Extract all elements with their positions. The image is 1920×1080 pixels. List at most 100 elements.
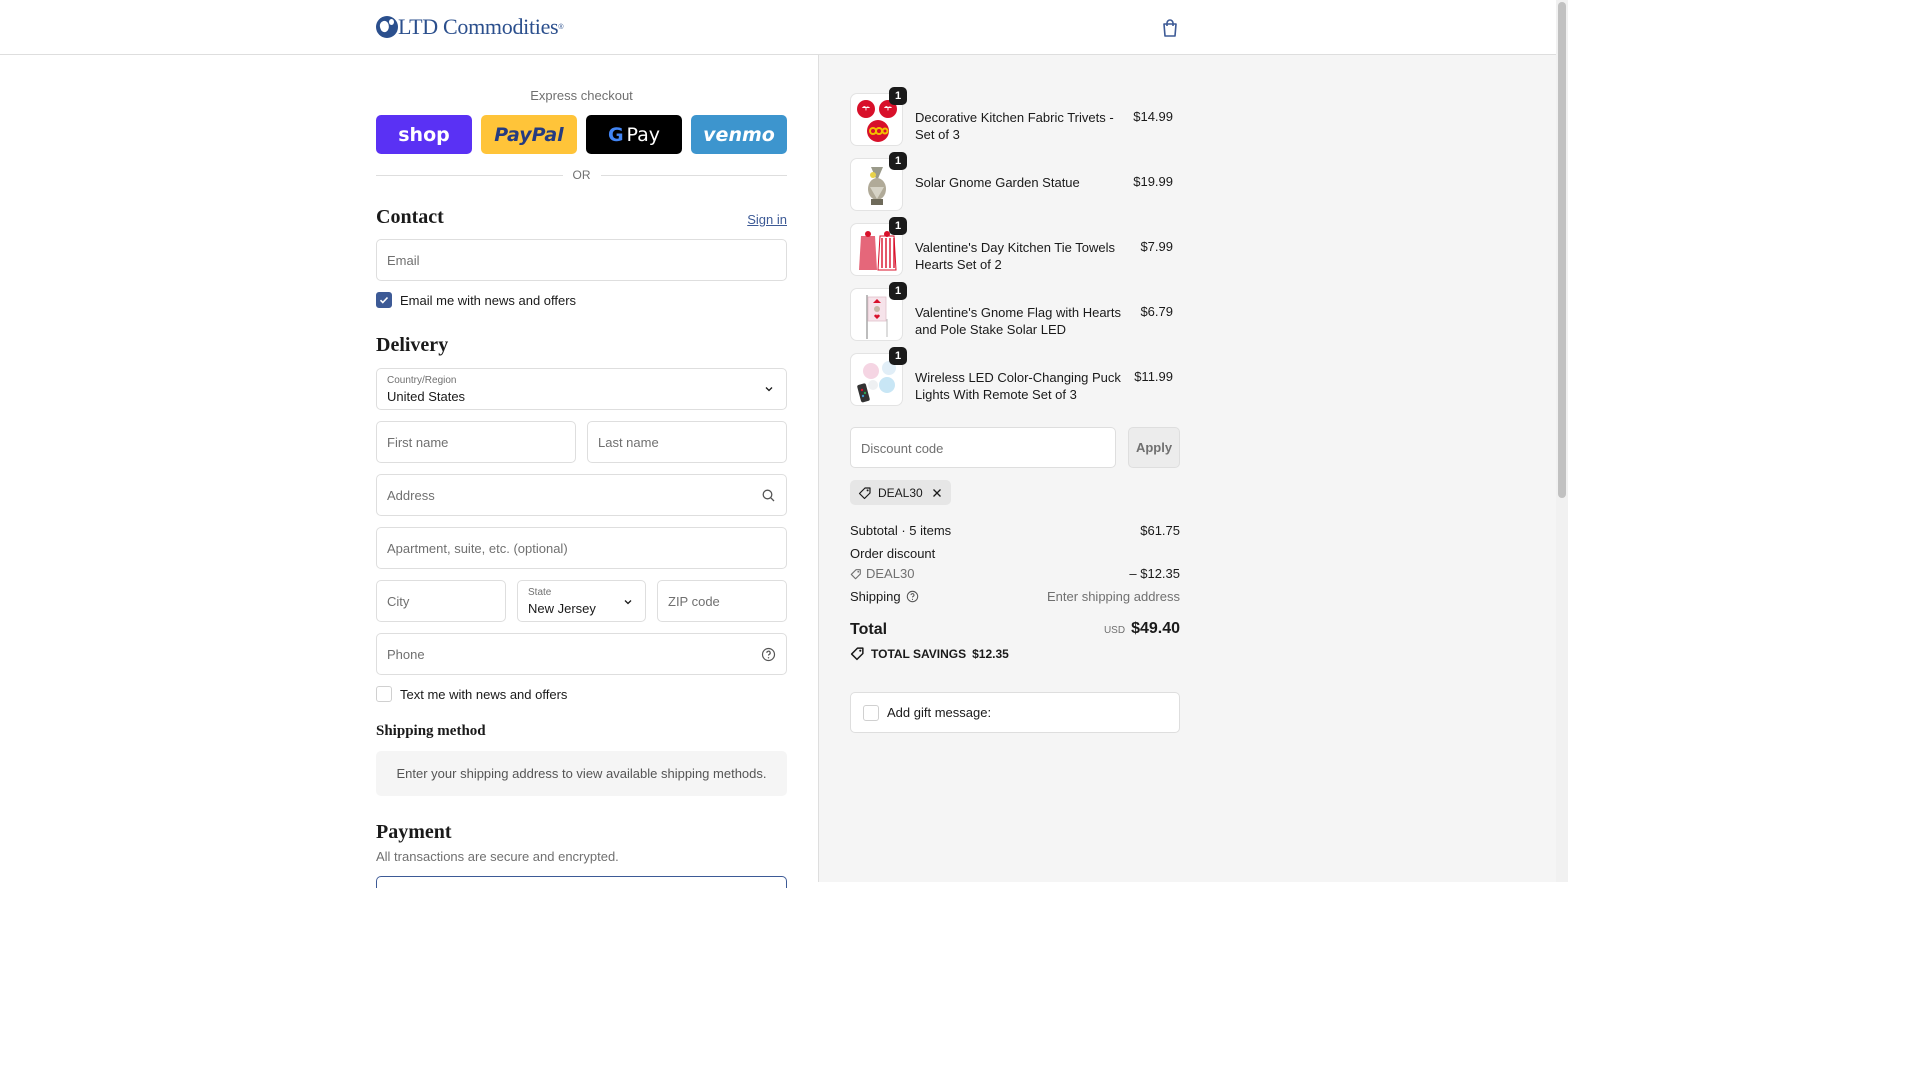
subtotal-label: Subtotal · 5 items (850, 523, 952, 538)
item-name: Decorative Kitchen Fabric Trivets - Set … (915, 110, 1114, 142)
towels-thumbnail: 1 (850, 217, 907, 276)
city-placeholder: City (387, 594, 410, 609)
shop-pay-label: shop (398, 123, 450, 146)
help-icon[interactable] (761, 647, 776, 662)
payment-heading: Payment (376, 821, 452, 843)
gift-message-label: Add gift message: (887, 705, 992, 720)
total-amount-group: USD $49.40 (1104, 620, 1180, 638)
email-field[interactable]: Email (376, 239, 787, 281)
header: LTD Commodities ® (0, 0, 1556, 55)
subtotal-value: $61.75 (1140, 523, 1180, 538)
payment-note: All transactions are secure and encrypte… (376, 849, 619, 864)
brand-name: LTD Commodities (398, 14, 559, 39)
shipping-label-group: Shipping (850, 589, 919, 604)
country-select[interactable]: Country/Region United States (376, 368, 787, 410)
applied-code-label: DEAL30 (878, 485, 923, 500)
divider-line (600, 174, 787, 176)
gnome-flag-thumbnail: 1 (850, 282, 907, 341)
close-icon[interactable] (931, 487, 943, 499)
item-name: Solar Gnome Garden Statue (915, 175, 1080, 190)
quantity-badge: 1 (889, 217, 907, 235)
trivets-thumbnail: 1 (850, 87, 907, 146)
cart-item: 1 Valentine's Day Kitchen Tie Towels Hea… (850, 217, 1180, 276)
cart-item: 1 Valentine's Gnome Flag with Hearts and… (850, 282, 1180, 341)
search-icon (762, 489, 775, 502)
quantity-badge: 1 (889, 152, 907, 170)
quantity-badge: 1 (889, 347, 907, 365)
gift-message-option[interactable]: Add gift message: (850, 692, 1180, 733)
first-name-placeholder: First name (387, 435, 449, 450)
divider-line (376, 174, 563, 176)
text-news-option[interactable]: Text me with news and offers (376, 686, 567, 702)
cart-bag-icon[interactable] (1160, 18, 1180, 38)
address-placeholder: Address (387, 488, 435, 503)
email-placeholder: Email (387, 253, 420, 268)
contact-heading: Contact (376, 206, 444, 228)
item-name: Wireless LED Color-Changing Puck Lights … (915, 370, 1121, 402)
state-select[interactable]: State New Jersey (517, 580, 646, 622)
shop-pay-button[interactable]: shop (376, 115, 472, 154)
sign-in-link[interactable]: Sign in (747, 212, 787, 227)
tag-icon (850, 647, 864, 661)
applied-discount-chip: DEAL30 (850, 480, 951, 505)
apartment-placeholder: Apartment, suite, etc. (optional) (387, 541, 568, 556)
savings-amount: $12.35 (972, 646, 1009, 661)
globe-icon (376, 16, 398, 38)
currency-code: USD (1103, 625, 1126, 636)
shipping-method-note: Enter your shipping address to view avai… (396, 766, 767, 781)
scrollbar-thumb[interactable] (1558, 2, 1566, 498)
state-value: New Jersey (528, 601, 596, 616)
apply-discount-button[interactable]: Apply (1128, 427, 1180, 468)
cart-item: 1 Wireless LED Color-Changing Puck Light… (850, 347, 1180, 406)
cart-item: 1 Decorative Kitchen Fabric Trivets - Se… (850, 87, 1180, 146)
email-news-checkbox[interactable] (376, 292, 392, 308)
chevron-down-icon (624, 600, 632, 605)
venmo-label: venmo (703, 123, 775, 146)
subtotal-row: Subtotal · 5 items $61.75 (850, 523, 1180, 538)
page-scrollbar[interactable] (1556, 0, 1568, 882)
venmo-button[interactable]: venmo (691, 115, 787, 154)
order-discount-label: Order discount (850, 546, 936, 561)
zip-placeholder: ZIP code (668, 594, 720, 609)
shipping-row: Shipping Enter shipping address (850, 589, 1180, 604)
shipping-label: Shipping (850, 589, 901, 604)
express-checkout-title: Express checkout (530, 88, 633, 103)
discount-placeholder: Discount code (861, 441, 944, 456)
help-icon[interactable] (906, 590, 919, 603)
country-label: Country/Region (387, 375, 457, 386)
savings-label: TOTAL SAVINGS (871, 646, 967, 661)
text-news-label: Text me with news and offers (400, 686, 568, 702)
address-field[interactable]: Address (376, 474, 787, 516)
tag-icon (850, 568, 861, 579)
shipping-method-heading: Shipping method (376, 723, 486, 739)
discount-code-field[interactable]: Discount code (850, 427, 1116, 468)
zip-field[interactable]: ZIP code (657, 580, 787, 622)
chevron-down-icon (765, 387, 773, 392)
paypal-label: PayPal (494, 123, 564, 146)
item-name: Valentine's Gnome Flag with Hearts and P… (915, 305, 1122, 337)
item-price: $14.99 (1133, 109, 1173, 124)
payment-method-box[interactable] (376, 876, 787, 888)
shipping-method-notice: Enter your shipping address to view avai… (376, 751, 787, 796)
express-buttons: shop PayPal G Pay venmo (376, 115, 787, 154)
or-divider: OR (376, 168, 787, 182)
first-name-field[interactable]: First name (376, 421, 576, 463)
text-news-checkbox[interactable] (376, 686, 392, 702)
email-news-option[interactable]: Email me with news and offers (376, 292, 576, 308)
phone-field[interactable]: Phone (376, 633, 787, 675)
or-text: OR (572, 168, 591, 182)
brand-logo[interactable]: LTD Commodities ® (376, 14, 563, 40)
phone-placeholder: Phone (387, 647, 425, 662)
apartment-field[interactable]: Apartment, suite, etc. (optional) (376, 527, 787, 569)
last-name-field[interactable]: Last name (587, 421, 787, 463)
google-pay-button[interactable]: G Pay (586, 115, 682, 154)
quantity-badge: 1 (889, 87, 907, 105)
google-g-icon: G (607, 123, 624, 146)
city-field[interactable]: City (376, 580, 506, 622)
gift-message-checkbox[interactable] (863, 704, 879, 721)
item-price: $11.99 (1134, 369, 1173, 384)
total-savings: TOTAL SAVINGS $12.35 (850, 646, 1009, 661)
discount-code-row: DEAL30 – $12.35 (850, 566, 1180, 581)
shipping-value: Enter shipping address (1047, 589, 1180, 604)
paypal-button[interactable]: PayPal (481, 115, 577, 154)
